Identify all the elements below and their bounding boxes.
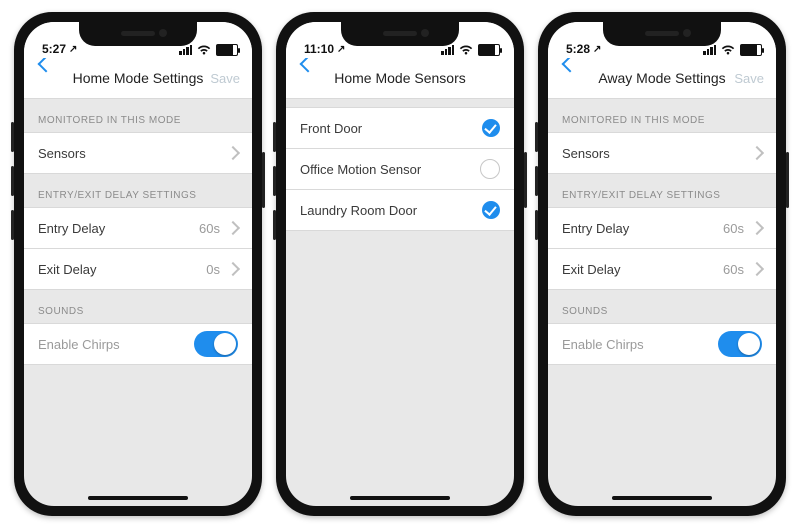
sensors-label: Sensors <box>38 146 86 161</box>
entry-delay-label: Entry Delay <box>562 221 629 236</box>
location-icon: ↗ <box>593 44 601 55</box>
entry-delay-row[interactable]: Entry Delay 60s <box>548 208 776 248</box>
section-monitored-label: MONITORED IN THIS MODE <box>24 99 252 132</box>
phone-away-mode-settings: 5:28 ↗ Away Mode Settings Save MONITORED… <box>538 12 786 516</box>
sensor-row-office-motion[interactable]: Office Motion Sensor <box>286 148 514 189</box>
sensor-row-front-door[interactable]: Front Door <box>286 108 514 148</box>
sensor-row-laundry-door[interactable]: Laundry Room Door <box>286 189 514 230</box>
home-indicator[interactable] <box>612 496 712 500</box>
cellular-icon <box>441 45 454 55</box>
nav-title: Home Mode Settings <box>73 70 204 86</box>
exit-delay-row[interactable]: Exit Delay 60s <box>548 248 776 289</box>
chevron-right-icon <box>750 146 764 160</box>
section-delay-label: ENTRY/EXIT DELAY SETTINGS <box>548 174 776 207</box>
location-icon: ↗ <box>69 44 77 55</box>
wifi-icon <box>197 45 211 55</box>
section-sounds-label: SOUNDS <box>24 290 252 323</box>
phone-home-mode-sensors: 11:10 ↗ Home Mode Sensors Front Door <box>276 12 524 516</box>
cellular-icon <box>179 45 192 55</box>
notch <box>79 22 197 46</box>
exit-delay-value: 0s <box>206 262 220 277</box>
chevron-right-icon <box>750 221 764 235</box>
status-time: 5:27 <box>42 42 66 56</box>
status-time: 5:28 <box>566 42 590 56</box>
chevron-right-icon <box>226 262 240 276</box>
chevron-left-icon <box>38 56 55 73</box>
unchecked-icon <box>480 159 500 179</box>
nav-bar: Home Mode Settings Save <box>24 58 252 99</box>
enable-chirps-label: Enable Chirps <box>38 337 120 352</box>
section-delay-label: ENTRY/EXIT DELAY SETTINGS <box>24 174 252 207</box>
exit-delay-value: 60s <box>723 262 744 277</box>
home-indicator[interactable] <box>88 496 188 500</box>
nav-title: Home Mode Sensors <box>334 70 466 86</box>
battery-icon <box>740 44 762 56</box>
sensor-label: Laundry Room Door <box>300 203 417 218</box>
cellular-icon <box>703 45 716 55</box>
battery-icon <box>478 44 500 56</box>
sensors-row[interactable]: Sensors <box>24 133 252 173</box>
enable-chirps-toggle[interactable] <box>718 331 762 357</box>
checkmark-icon <box>482 119 500 137</box>
wifi-icon <box>721 45 735 55</box>
enable-chirps-row: Enable Chirps <box>24 324 252 364</box>
chevron-right-icon <box>750 262 764 276</box>
nav-bar: Away Mode Settings Save <box>548 58 776 99</box>
phone-home-mode-settings: 5:27 ↗ Home Mode Settings Save MONITORED… <box>14 12 262 516</box>
home-indicator[interactable] <box>350 496 450 500</box>
sensors-row[interactable]: Sensors <box>548 133 776 173</box>
screen: 5:27 ↗ Home Mode Settings Save MONITORED… <box>24 22 252 506</box>
sensors-label: Sensors <box>562 146 610 161</box>
nav-title: Away Mode Settings <box>598 70 725 86</box>
enable-chirps-label: Enable Chirps <box>562 337 644 352</box>
nav-bar: Home Mode Sensors <box>286 58 514 99</box>
screen: 5:28 ↗ Away Mode Settings Save MONITORED… <box>548 22 776 506</box>
exit-delay-label: Exit Delay <box>38 262 97 277</box>
screen: 11:10 ↗ Home Mode Sensors Front Door <box>286 22 514 506</box>
notch <box>341 22 459 46</box>
sensor-label: Office Motion Sensor <box>300 162 421 177</box>
status-time: 11:10 <box>304 42 334 56</box>
entry-delay-value: 60s <box>199 221 220 236</box>
entry-delay-row[interactable]: Entry Delay 60s <box>24 208 252 248</box>
battery-icon <box>216 44 238 56</box>
chevron-left-icon <box>300 56 317 73</box>
chevron-right-icon <box>226 221 240 235</box>
checkmark-icon <box>482 201 500 219</box>
exit-delay-row[interactable]: Exit Delay 0s <box>24 248 252 289</box>
section-sounds-label: SOUNDS <box>548 290 776 323</box>
enable-chirps-toggle[interactable] <box>194 331 238 357</box>
section-monitored-label: MONITORED IN THIS MODE <box>548 99 776 132</box>
wifi-icon <box>459 45 473 55</box>
chevron-right-icon <box>226 146 240 160</box>
chevron-left-icon <box>562 56 579 73</box>
notch <box>603 22 721 46</box>
location-icon: ↗ <box>337 44 345 55</box>
save-button[interactable]: Save <box>734 58 764 98</box>
sensor-label: Front Door <box>300 121 362 136</box>
entry-delay-value: 60s <box>723 221 744 236</box>
exit-delay-label: Exit Delay <box>562 262 621 277</box>
entry-delay-label: Entry Delay <box>38 221 105 236</box>
save-button[interactable]: Save <box>210 58 240 98</box>
enable-chirps-row: Enable Chirps <box>548 324 776 364</box>
